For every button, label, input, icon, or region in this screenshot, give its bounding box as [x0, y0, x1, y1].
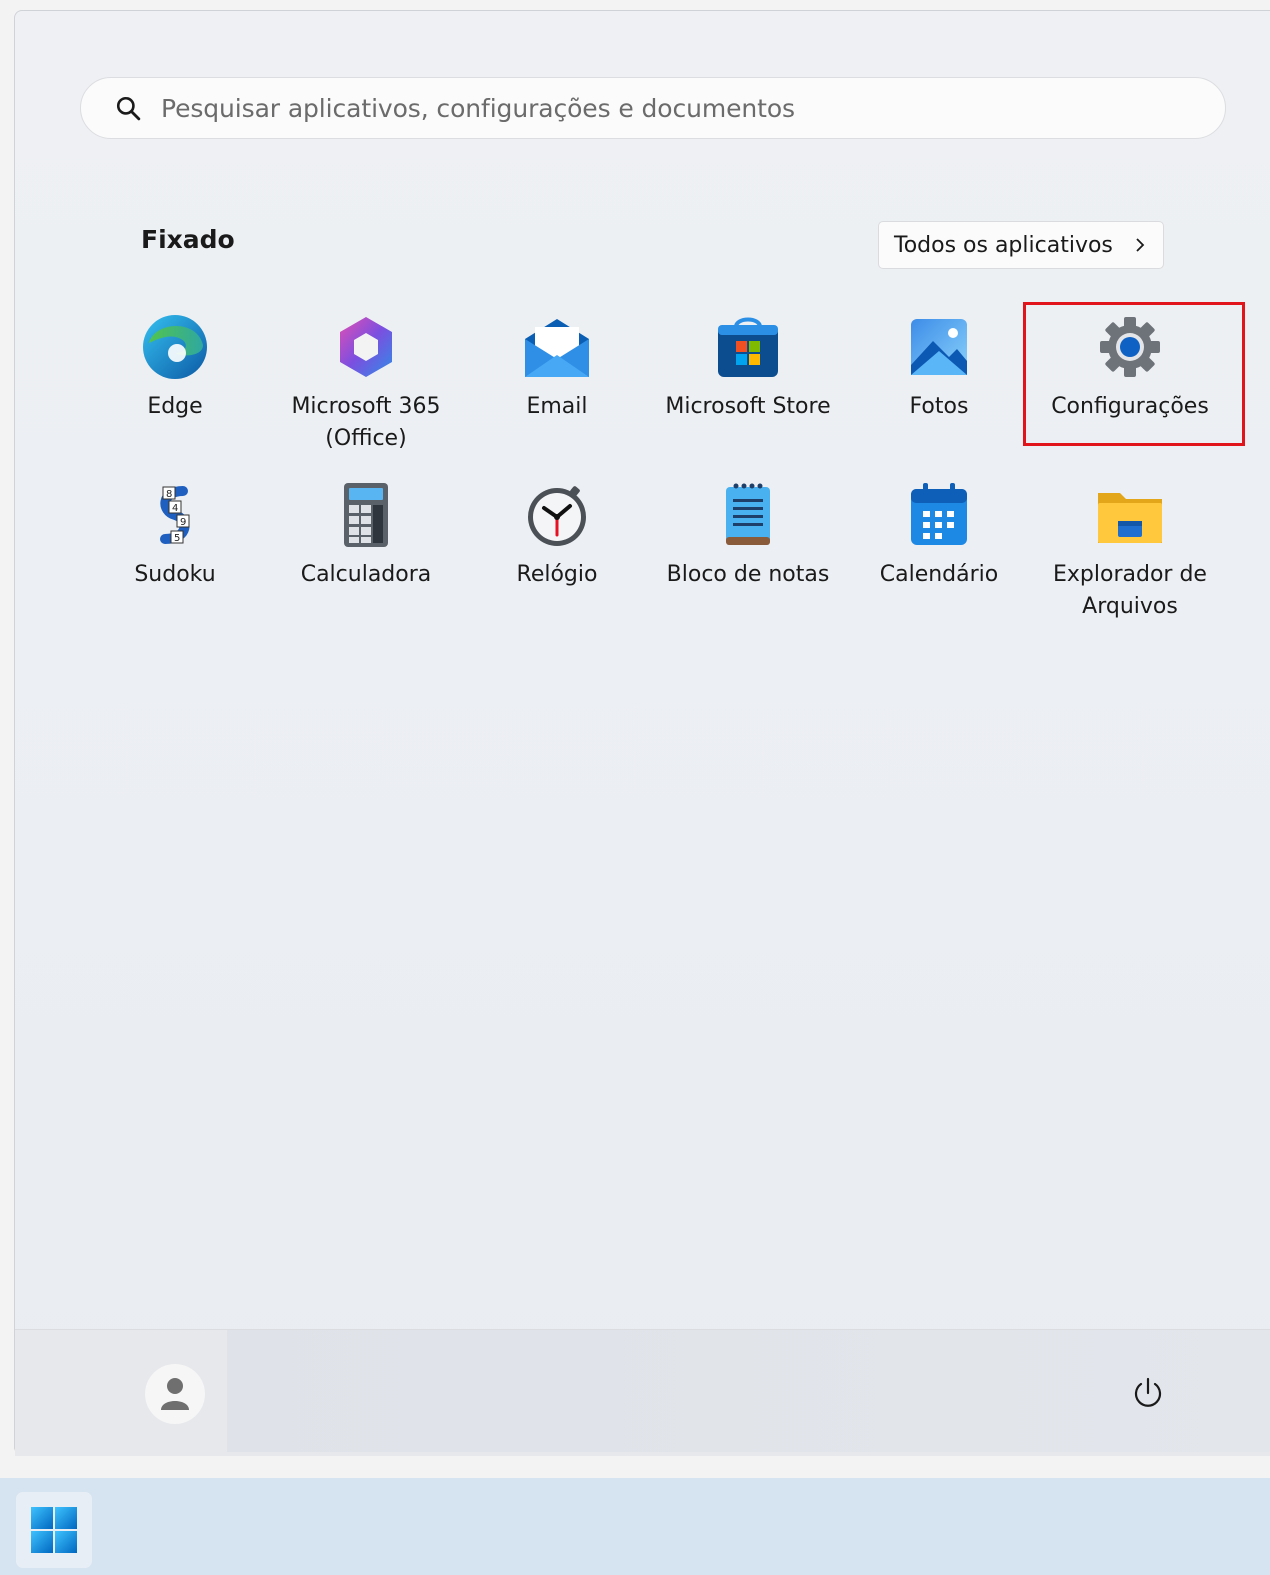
pinned-app-calculadora[interactable]: Calculadora: [271, 481, 461, 591]
app-label: Explorador de Arquivos: [1053, 562, 1207, 619]
svg-text:9: 9: [180, 517, 186, 528]
pinned-app-microsoft-365[interactable]: Microsoft 365 (Office): [271, 313, 461, 455]
pinned-app-microsoft-store[interactable]: Microsoft Store: [653, 313, 843, 423]
app-label: Fotos: [909, 394, 969, 419]
app-label: Relógio: [516, 562, 598, 587]
edge-icon: [143, 315, 207, 379]
pinned-app-bloco-de-notas[interactable]: Bloco de notas: [653, 481, 843, 591]
start-footer: [15, 1329, 1270, 1456]
pinned-app-sudoku[interactable]: 8 4 9 5 Sudoku: [80, 481, 270, 591]
svg-text:4: 4: [172, 503, 178, 514]
store-icon: [718, 317, 778, 377]
pinned-app-email[interactable]: Email: [462, 313, 652, 423]
app-label: Sudoku: [134, 562, 216, 587]
highlight-box: [1023, 302, 1245, 446]
power-icon[interactable]: [1131, 1376, 1165, 1410]
taskbar: [0, 1478, 1270, 1575]
notepad-icon: [726, 483, 770, 545]
calculator-icon: [344, 483, 388, 547]
pinned-app-relogio[interactable]: Relógio: [462, 481, 652, 591]
app-label: Bloco de notas: [666, 562, 830, 587]
app-label: Edge: [147, 394, 203, 419]
user-avatar-icon: [161, 1378, 189, 1410]
search-icon: [116, 96, 141, 121]
all-apps-button[interactable]: Todos os aplicativos: [878, 221, 1164, 269]
app-label: Microsoft Store: [665, 394, 831, 419]
microsoft-365-icon: [340, 317, 392, 377]
svg-text:5: 5: [174, 533, 180, 544]
start-button[interactable]: [16, 1492, 92, 1568]
sudoku-icon: 8 4 9 5: [160, 486, 190, 544]
pinned-app-calendario[interactable]: Calendário: [844, 481, 1034, 591]
start-menu: Pesquisar aplicativos, configurações e d…: [14, 10, 1270, 1456]
clock-icon: [528, 486, 586, 546]
app-label: Microsoft 365 (Office): [291, 394, 441, 451]
folder-icon: [1098, 493, 1162, 543]
chevron-right-icon: [1136, 238, 1145, 252]
pinned-app-fotos[interactable]: Fotos: [844, 313, 1034, 423]
footer-shade: [227, 1330, 1270, 1452]
calendar-icon: [911, 483, 967, 545]
svg-text:8: 8: [166, 489, 172, 500]
search-box[interactable]: Pesquisar aplicativos, configurações e d…: [80, 77, 1226, 139]
app-label: Calendário: [879, 562, 999, 587]
app-label: Calculadora: [300, 562, 432, 587]
pinned-app-explorador-de-arquivos[interactable]: Explorador de Arquivos: [1035, 481, 1225, 623]
photos-icon: [911, 319, 967, 375]
pinned-app-edge[interactable]: Edge: [80, 313, 270, 423]
windows-logo-icon: [31, 1507, 77, 1553]
pinned-heading: Fixado: [141, 225, 235, 254]
all-apps-label: Todos os aplicativos: [894, 232, 1113, 258]
user-avatar-button[interactable]: [145, 1364, 205, 1424]
mail-icon: [525, 319, 589, 377]
app-label: Email: [526, 394, 588, 419]
search-input[interactable]: Pesquisar aplicativos, configurações e d…: [161, 94, 795, 123]
